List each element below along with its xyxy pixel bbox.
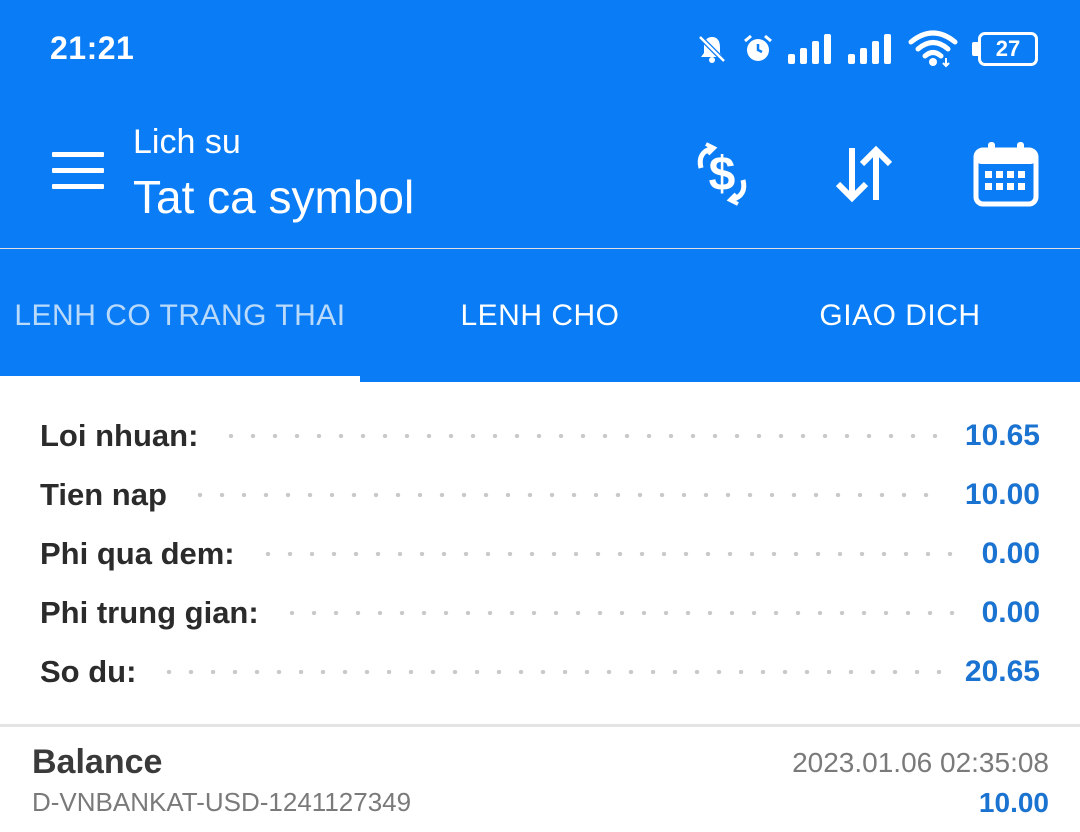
record-amount: 10.00	[978, 787, 1049, 818]
dot-leader	[280, 610, 960, 615]
currency-filter-button[interactable]: $	[684, 138, 760, 214]
summary-label: So du:	[40, 653, 137, 689]
date-range-button[interactable]	[968, 138, 1044, 214]
summary-row-profit: Loi nhuan: 10.65	[40, 406, 1040, 465]
tab-bar: LENH CO TRANG THAI LENH CHO GIAO DICH	[0, 249, 1080, 382]
svg-text:$: $	[709, 148, 736, 201]
tab-orders[interactable]: LENH CHO	[360, 249, 720, 382]
tab-label: LENH CHO	[460, 298, 620, 332]
status-icons: 27	[696, 28, 1038, 70]
summary-panel: Loi nhuan: 10.65 Tien nap 10.00 Phi qua …	[0, 382, 1080, 724]
alarm-icon	[742, 33, 774, 65]
battery-icon: 27	[972, 32, 1038, 66]
battery-level: 27	[995, 36, 1021, 61]
wifi-icon	[908, 30, 958, 68]
sort-icon	[832, 144, 896, 209]
calendar-icon	[973, 141, 1039, 212]
title-block[interactable]: Lich su Tat ca symbol	[133, 122, 414, 226]
summary-row-balance: So du: 20.65	[40, 642, 1040, 701]
menu-button[interactable]	[40, 140, 116, 206]
page-subtitle: Lich su	[133, 123, 241, 161]
summary-value: 0.00	[981, 595, 1040, 629]
dot-leader	[220, 433, 943, 438]
currency-exchange-icon: $	[687, 141, 757, 211]
dot-leader	[158, 669, 943, 674]
signal-icon	[788, 34, 834, 64]
record-datetime: 2023.01.06 02:35:08	[792, 747, 1049, 778]
tab-positions[interactable]: LENH CO TRANG THAI	[0, 249, 360, 382]
page-title: Tat ca symbol	[133, 171, 415, 223]
app-bar: Lich su Tat ca symbol $	[0, 100, 1080, 248]
summary-label: Loi nhuan:	[40, 417, 199, 453]
bell-muted-icon	[696, 33, 728, 65]
dot-leader	[256, 551, 960, 556]
summary-value: 10.00	[964, 477, 1040, 511]
summary-value: 20.65	[964, 654, 1040, 688]
status-bar: 21:21 27	[0, 0, 1080, 100]
signal-icon	[848, 34, 894, 64]
summary-row-swap: Phi qua dem: 0.00	[40, 524, 1040, 583]
summary-value: 10.65	[964, 418, 1040, 452]
record-account: D-VNBANKAT-USD-1241127349	[32, 787, 412, 817]
tab-label: GIAO DICH	[819, 298, 981, 332]
summary-label: Tien nap	[40, 476, 167, 512]
summary-value: 0.00	[981, 536, 1040, 570]
summary-row-commission: Phi trung gian: 0.00	[40, 583, 1040, 642]
list-item[interactable]: Balance 2023.01.06 02:35:08 D-VNBANKAT-U…	[0, 727, 1080, 832]
dot-leader	[188, 492, 943, 497]
summary-label: Phi trung gian:	[40, 594, 259, 630]
summary-label: Phi qua dem:	[40, 535, 235, 571]
tab-label: LENH CO TRANG THAI	[14, 298, 346, 332]
status-time: 21:21	[50, 30, 135, 66]
record-type: Balance	[32, 743, 163, 781]
summary-row-deposit: Tien nap 10.00	[40, 465, 1040, 524]
hamburger-menu-icon	[52, 151, 104, 195]
tab-deals[interactable]: GIAO DICH	[720, 249, 1080, 382]
sort-button[interactable]	[826, 138, 902, 214]
